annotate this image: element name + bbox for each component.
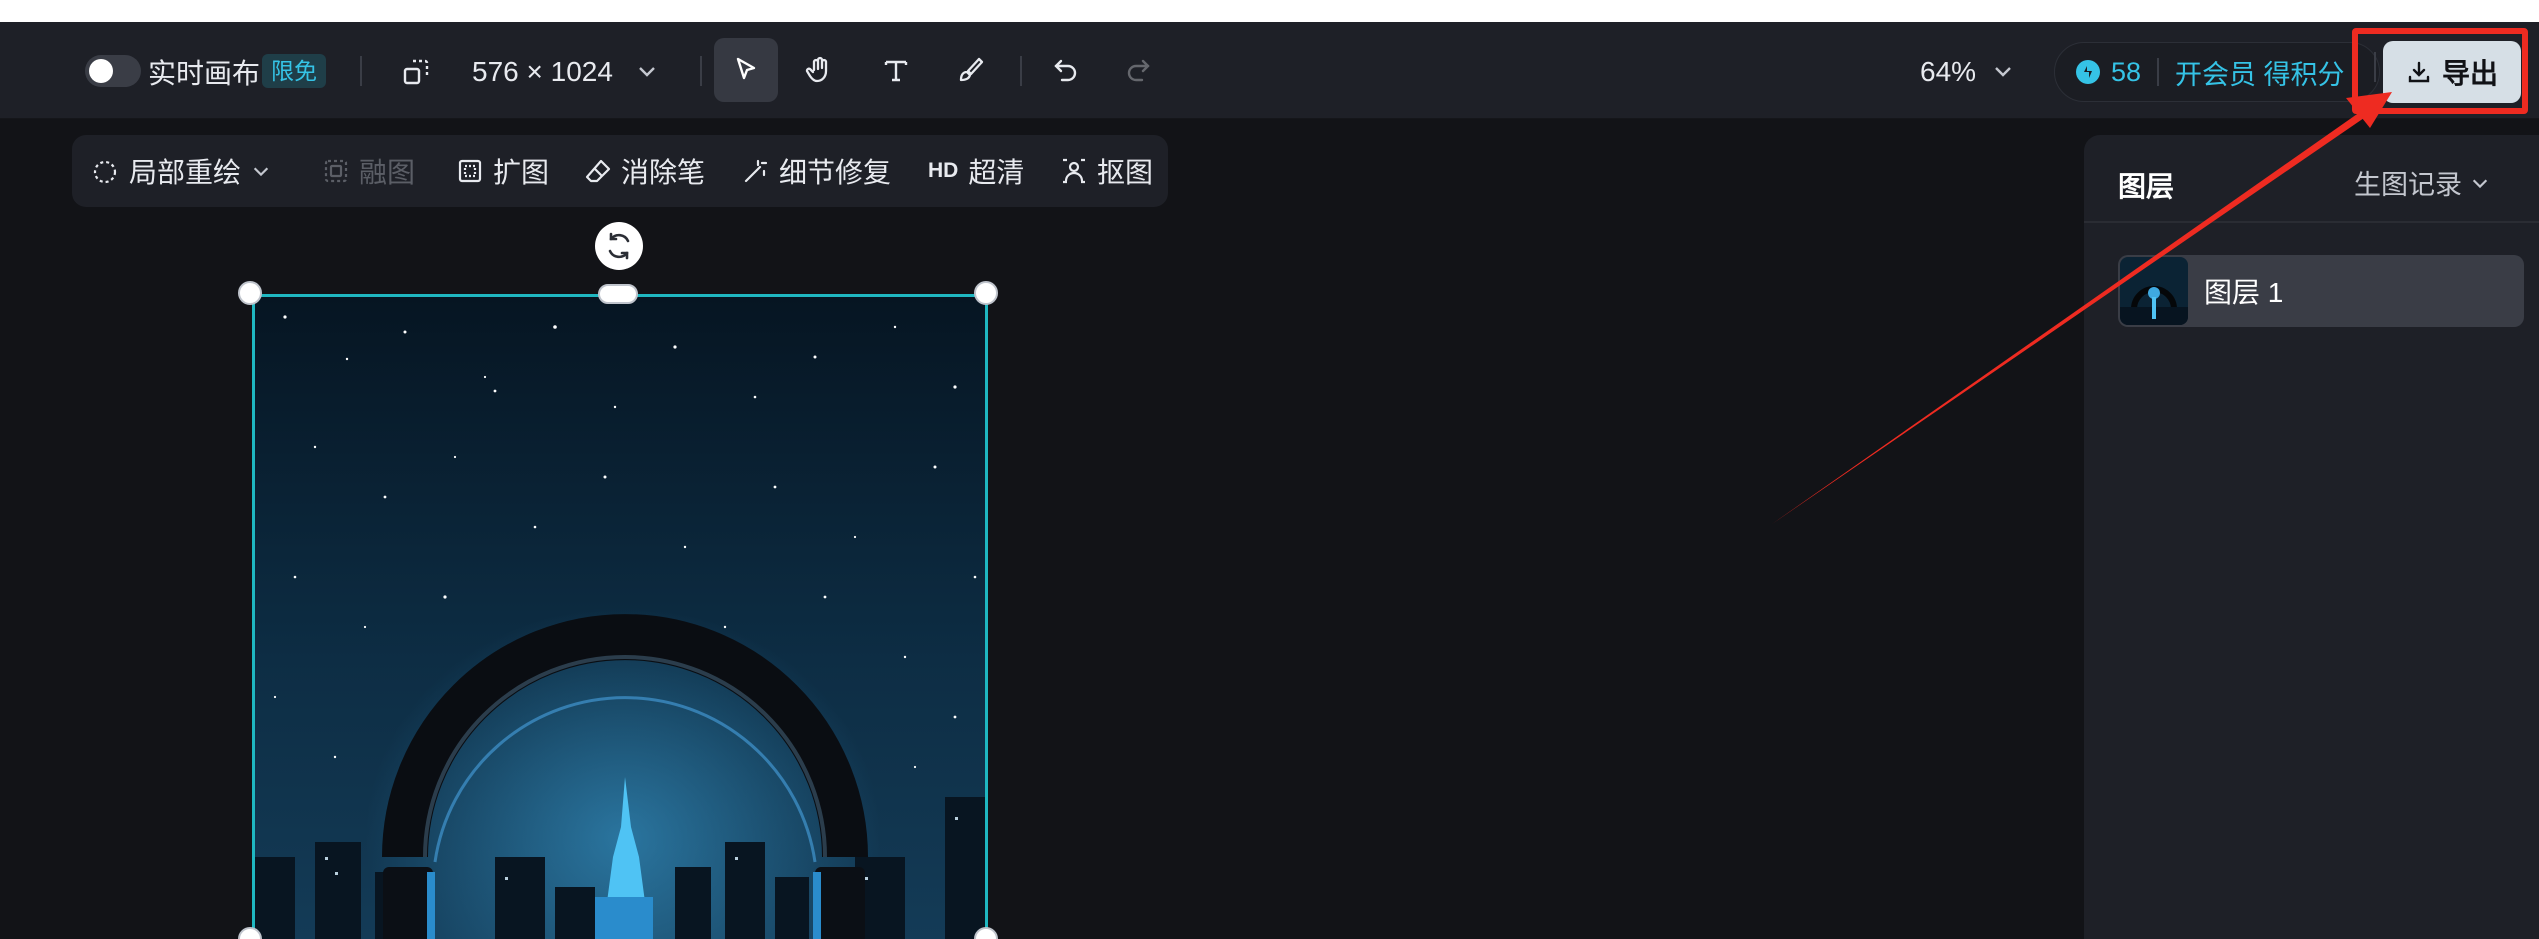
resize-handle-top-left[interactable] <box>238 281 262 305</box>
upscale-label: 超清 <box>968 157 1025 188</box>
layers-panel-title: 图层 <box>2118 171 2175 202</box>
hd-icon: HD <box>928 159 959 182</box>
cutout-label: 抠图 <box>1097 157 1154 188</box>
credit-coin-icon <box>2075 59 2101 85</box>
layers-panel: 图层 生图记录 图层 1 <box>2084 135 2539 939</box>
panel-divider <box>2084 221 2539 223</box>
annotation-highlight-box <box>2352 28 2528 114</box>
generated-image-night-city-headphones <box>255 297 985 939</box>
expand-label: 扩图 <box>493 157 550 188</box>
cutout-button[interactable]: 抠图 <box>1060 135 1153 207</box>
realtime-canvas-label: 实时画布 <box>148 58 261 89</box>
text-tool-button[interactable] <box>864 38 928 102</box>
free-badge: 限免 <box>262 54 326 88</box>
detail-fix-label: 细节修复 <box>779 157 892 188</box>
inpaint-button[interactable]: 局部重绘 <box>92 135 280 207</box>
toolbar-divider <box>360 56 362 86</box>
expand-button[interactable]: 扩图 <box>456 135 549 207</box>
detail-fix-button[interactable]: 细节修复 <box>742 135 891 207</box>
brush-tool-button[interactable] <box>938 38 1002 102</box>
canvas-size-icon[interactable] <box>396 52 436 92</box>
layer-item[interactable]: 图层 1 <box>2118 255 2524 327</box>
resize-handle-top-right[interactable] <box>974 281 998 305</box>
realtime-canvas-toggle[interactable] <box>85 55 141 87</box>
layer-label: 图层 1 <box>2204 277 2284 308</box>
chevron-down-icon[interactable] <box>1988 56 2018 86</box>
hand-tool-button[interactable] <box>788 38 852 102</box>
eraser-button[interactable]: 消除笔 <box>584 135 705 207</box>
zoom-level[interactable]: 64% <box>1920 54 1976 90</box>
canvas-image-frame[interactable] <box>252 294 988 939</box>
top-toolbar: 实时画布 限免 576 × 1024 64% 58 开会员 得积分 导出 <box>0 22 2539 119</box>
upscale-button[interactable]: HD 超清 <box>928 135 1024 207</box>
select-tool-button[interactable] <box>714 38 778 102</box>
canvas-size-value[interactable]: 576 × 1024 <box>472 54 613 90</box>
redo-button[interactable] <box>1106 38 1170 102</box>
toolbar-divider <box>1020 56 1022 86</box>
vip-link[interactable]: 开会员 得积分 <box>2175 53 2345 92</box>
chevron-down-icon[interactable] <box>251 161 271 181</box>
rotate-handle[interactable] <box>595 222 643 270</box>
resize-handle-bottom-right[interactable] <box>974 927 998 939</box>
inpaint-label: 局部重绘 <box>129 157 242 188</box>
layer-thumbnail <box>2120 257 2188 325</box>
toolbar-divider <box>700 56 702 86</box>
blend-button[interactable]: 融图 <box>322 135 415 207</box>
chevron-down-icon <box>2472 179 2488 188</box>
toggle-knob <box>89 59 113 83</box>
credits-pill[interactable]: 58 开会员 得积分 <box>2054 42 2380 102</box>
edit-toolbar: 局部重绘 融图 扩图 消除笔 细节修复 HD 超清 抠图 <box>72 135 1168 207</box>
chevron-down-icon[interactable] <box>632 56 662 86</box>
resize-handle-top-center[interactable] <box>598 284 638 304</box>
generation-history-label: 生图记录 <box>2354 170 2462 200</box>
blend-label: 融图 <box>359 157 416 188</box>
eraser-label: 消除笔 <box>621 157 706 188</box>
browser-top-strip <box>0 0 2539 22</box>
undo-button[interactable] <box>1034 38 1098 102</box>
credits-count: 58 <box>2111 56 2142 87</box>
credits-divider <box>2157 58 2160 86</box>
generation-history-dropdown[interactable]: 生图记录 <box>2354 163 2490 202</box>
